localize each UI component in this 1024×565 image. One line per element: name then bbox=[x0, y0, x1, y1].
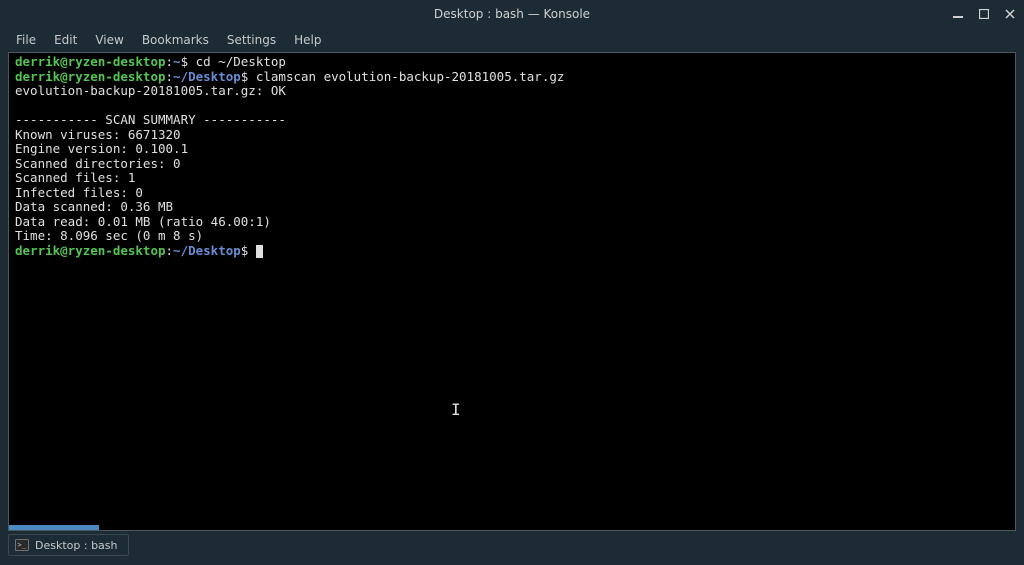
menu-help[interactable]: Help bbox=[286, 30, 329, 50]
menu-settings[interactable]: Settings bbox=[219, 30, 284, 50]
svg-text:>_: >_ bbox=[18, 541, 27, 549]
window-controls bbox=[950, 0, 1018, 28]
output-line: ----------- SCAN SUMMARY ----------- bbox=[15, 112, 286, 127]
prompt-dollar: $ bbox=[241, 69, 249, 84]
prompt-path-home: ~ bbox=[173, 54, 181, 69]
tabbar: >_ Desktop : bash bbox=[8, 533, 1016, 557]
output-line: Time: 8.096 sec (0 m 8 s) bbox=[15, 228, 203, 243]
terminal-cursor bbox=[256, 245, 263, 258]
terminal[interactable]: derrik@ryzen-desktop:~$ cd ~/Desktop der… bbox=[9, 53, 1015, 525]
prompt-dollar: $ bbox=[241, 243, 249, 258]
tab-desktop-bash[interactable]: >_ Desktop : bash bbox=[8, 534, 129, 556]
menu-view[interactable]: View bbox=[87, 30, 131, 50]
close-button[interactable] bbox=[1002, 6, 1018, 22]
ibeam-cursor-icon: I bbox=[451, 403, 461, 418]
minimize-button[interactable] bbox=[950, 6, 966, 22]
prompt-user: derrik@ryzen-desktop bbox=[15, 54, 166, 69]
command-text: cd ~/Desktop bbox=[196, 54, 286, 69]
output-line: Scanned files: 1 bbox=[15, 170, 135, 185]
titlebar: Desktop : bash — Konsole bbox=[0, 0, 1024, 28]
prompt-colon: : bbox=[166, 243, 174, 258]
menubar: File Edit View Bookmarks Settings Help bbox=[0, 28, 1024, 52]
prompt-colon: : bbox=[166, 69, 174, 84]
output-line: Known viruses: 6671320 bbox=[15, 127, 181, 142]
output-line: Engine version: 0.100.1 bbox=[15, 141, 188, 156]
prompt-user: derrik@ryzen-desktop bbox=[15, 69, 166, 84]
output-line: evolution-backup-20181005.tar.gz: OK bbox=[15, 83, 286, 98]
output-line: Infected files: 0 bbox=[15, 185, 143, 200]
terminal-icon: >_ bbox=[15, 538, 29, 552]
prompt-colon: : bbox=[166, 54, 174, 69]
menu-bookmarks[interactable]: Bookmarks bbox=[134, 30, 217, 50]
prompt-path-desktop: ~/Desktop bbox=[173, 69, 241, 84]
terminal-container: derrik@ryzen-desktop:~$ cd ~/Desktop der… bbox=[8, 52, 1016, 531]
prompt-user: derrik@ryzen-desktop bbox=[15, 243, 166, 258]
prompt-dollar: $ bbox=[181, 54, 189, 69]
prompt-path-desktop: ~/Desktop bbox=[173, 243, 241, 258]
window-title: Desktop : bash — Konsole bbox=[434, 7, 590, 21]
menu-edit[interactable]: Edit bbox=[46, 30, 85, 50]
output-line: Data read: 0.01 MB (ratio 46.00:1) bbox=[15, 214, 271, 229]
maximize-button[interactable] bbox=[976, 6, 992, 22]
output-line: Scanned directories: 0 bbox=[15, 156, 181, 171]
tab-label: Desktop : bash bbox=[35, 539, 118, 552]
command-text: clamscan evolution-backup-20181005.tar.g… bbox=[256, 69, 565, 84]
scroll-indicator[interactable] bbox=[9, 525, 99, 530]
output-line: Data scanned: 0.36 MB bbox=[15, 199, 173, 214]
menu-file[interactable]: File bbox=[8, 30, 44, 50]
